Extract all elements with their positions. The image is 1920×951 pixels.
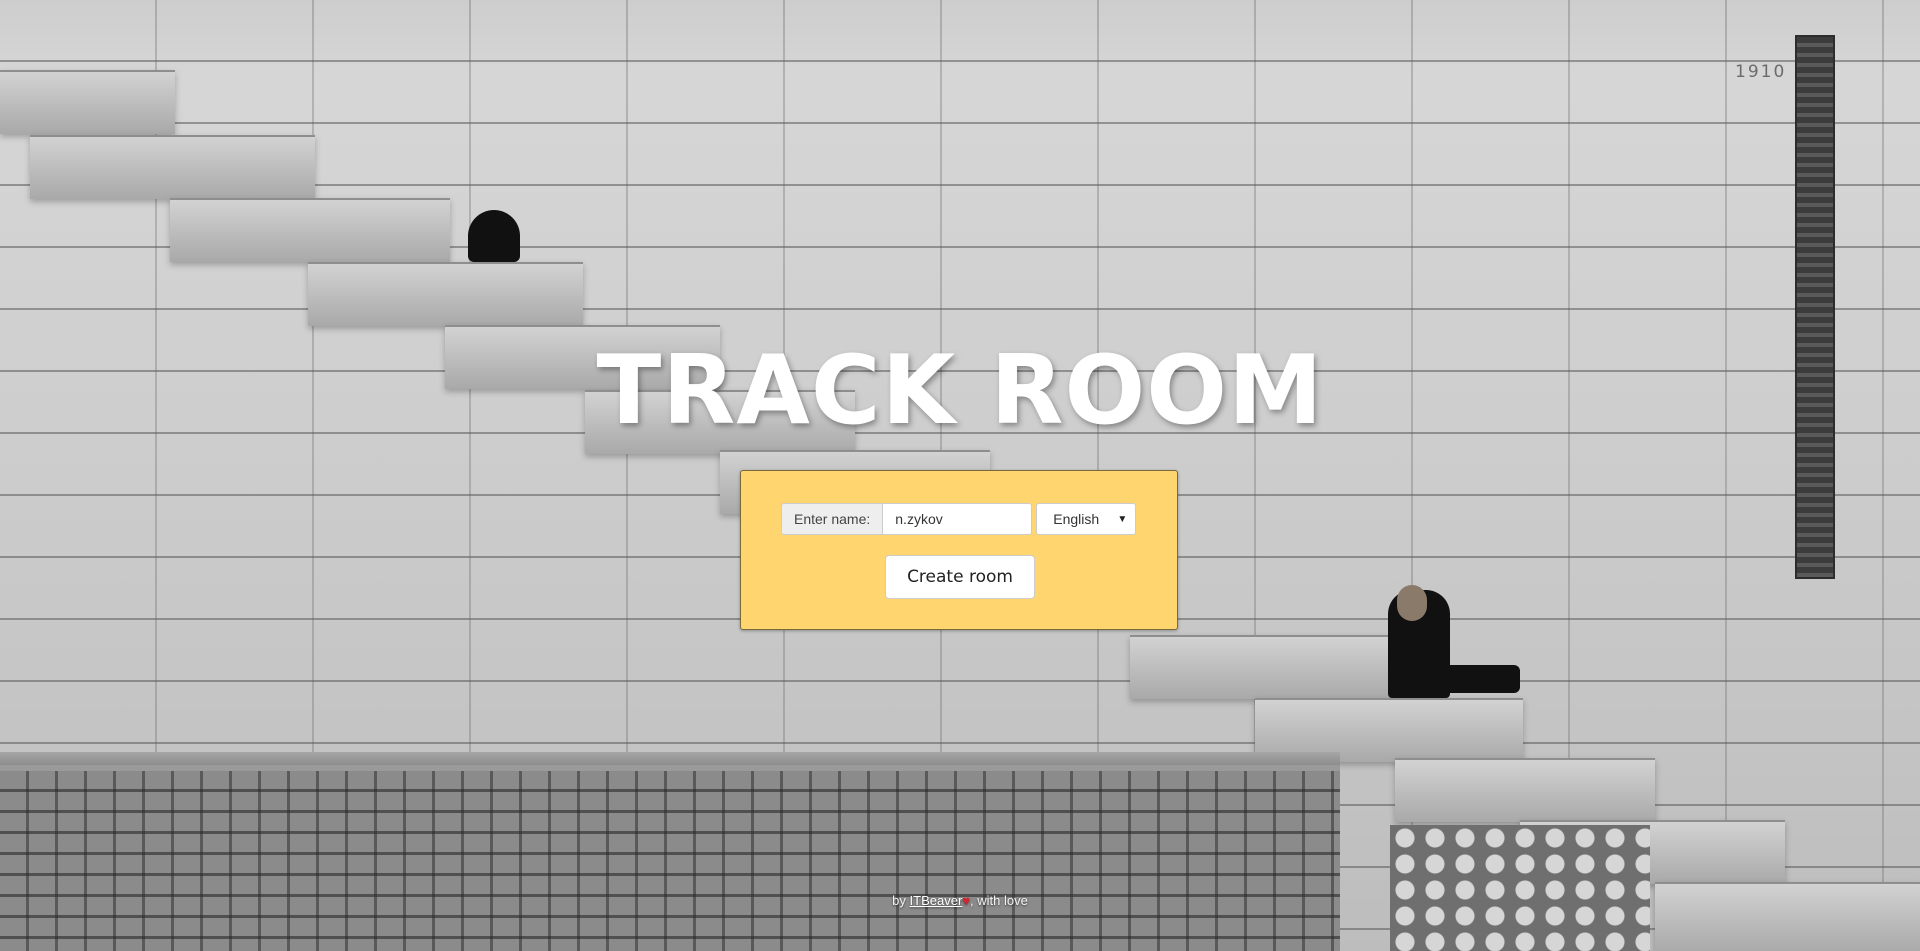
seated-person-upper bbox=[468, 210, 520, 262]
stone-step bbox=[0, 70, 175, 134]
hexagon-stone-wall bbox=[1390, 825, 1650, 951]
name-input-group: Enter name: English ▼ bbox=[781, 503, 1137, 535]
language-selected-value: English bbox=[1053, 511, 1100, 527]
footer-credit: by ITBeaver♥, with love bbox=[0, 893, 1920, 908]
heart-icon: ♥ bbox=[962, 893, 970, 908]
footer-prefix: by bbox=[892, 893, 906, 908]
create-room-panel: Enter name: English ▼ Create room bbox=[740, 470, 1178, 630]
name-input[interactable] bbox=[882, 503, 1033, 535]
engraved-year: 1910 bbox=[1735, 62, 1787, 82]
language-select[interactable]: English ▼ bbox=[1036, 503, 1137, 535]
page-title: TRACK ROOM bbox=[596, 336, 1324, 446]
stone-step bbox=[170, 198, 450, 262]
name-label: Enter name: bbox=[781, 503, 883, 535]
stone-step bbox=[308, 262, 583, 326]
create-room-button[interactable]: Create room bbox=[885, 555, 1035, 599]
stone-step bbox=[1130, 635, 1390, 699]
stone-step bbox=[1395, 758, 1655, 822]
water-level-gauge bbox=[1795, 35, 1835, 579]
quay-wall bbox=[0, 765, 1340, 951]
caret-down-icon: ▼ bbox=[1117, 513, 1128, 525]
footer-suffix: , with love bbox=[970, 893, 1028, 908]
seated-person-legs bbox=[1440, 665, 1520, 693]
stone-step bbox=[30, 135, 315, 199]
itbeaver-link[interactable]: ITBeaver bbox=[910, 893, 963, 908]
page-background: 1910 TRACK ROOM Enter name: English ▼ Cr… bbox=[0, 0, 1920, 951]
seated-person-head bbox=[1397, 585, 1427, 621]
